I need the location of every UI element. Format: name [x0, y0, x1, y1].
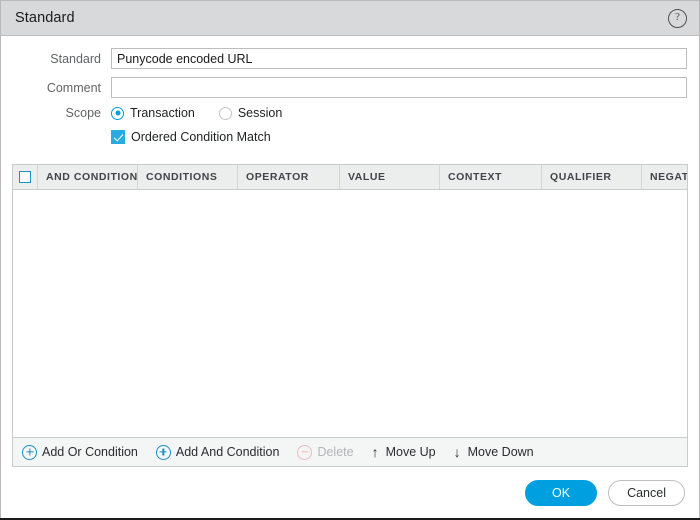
- conditions-table: AND CONDITION CONDITIONS OPERATOR VALUE …: [12, 164, 688, 467]
- help-circle-icon[interactable]: ?: [668, 8, 687, 28]
- standard-row: Standard: [13, 48, 687, 69]
- standard-dialog: Standard ? Standard Comment Scope Transa…: [0, 0, 700, 520]
- move-down-button[interactable]: ↓ Move Down: [454, 445, 534, 459]
- ordered-condition-match-row: Ordered Condition Match: [13, 128, 687, 153]
- select-all-checkbox-icon: [19, 171, 31, 183]
- dialog-footer: OK Cancel: [1, 467, 699, 519]
- scope-row: Scope Transaction Session: [13, 106, 687, 120]
- column-header-negate[interactable]: NEGATE: [642, 165, 687, 189]
- ordered-condition-match-label: Ordered Condition Match: [131, 130, 271, 144]
- checkbox-checked-icon: [111, 130, 125, 144]
- radio-selected-icon: [111, 106, 124, 120]
- column-header-value[interactable]: VALUE: [340, 165, 440, 189]
- ordered-condition-match-toggle[interactable]: Ordered Condition Match: [111, 130, 271, 144]
- table-action-toolbar: Add Or Condition Add And Condition Delet…: [13, 437, 687, 466]
- arrow-up-icon: ↑: [371, 444, 379, 460]
- form-section: Standard Comment Scope Transaction Sessi…: [1, 36, 699, 161]
- table-body-empty: [13, 190, 687, 437]
- scope-label: Scope: [65, 106, 101, 120]
- scope-option-transaction-label: Transaction: [130, 106, 195, 120]
- move-up-button[interactable]: ↑ Move Up: [372, 445, 436, 459]
- arrow-down-icon: ↓: [453, 444, 461, 460]
- move-up-label: Move Up: [385, 445, 436, 459]
- add-and-condition-label: Add And Condition: [175, 445, 280, 459]
- column-header-negate-label: NEGATE: [650, 171, 687, 183]
- scope-radio-group: Transaction Session: [111, 106, 306, 120]
- move-down-label: Move Down: [467, 445, 534, 459]
- column-header-qualifier-label: QUALIFIER: [550, 171, 612, 183]
- comment-row: Comment: [13, 77, 687, 98]
- standard-label: Standard: [50, 51, 101, 66]
- select-all-column-header[interactable]: [13, 165, 38, 189]
- column-header-context-label: CONTEXT: [448, 171, 503, 183]
- add-or-condition-label: Add Or Condition: [42, 445, 138, 459]
- column-header-value-label: VALUE: [348, 171, 386, 183]
- delete-label: Delete: [317, 445, 354, 459]
- scope-option-transaction[interactable]: Transaction: [111, 106, 195, 120]
- column-header-conditions-label: CONDITIONS: [146, 171, 218, 183]
- table-header-row: AND CONDITION CONDITIONS OPERATOR VALUE …: [13, 165, 687, 190]
- column-header-and-condition-label: AND CONDITION: [46, 171, 138, 183]
- column-header-operator[interactable]: OPERATOR: [238, 165, 340, 189]
- cancel-button[interactable]: Cancel: [608, 480, 685, 506]
- add-or-condition-button[interactable]: Add Or Condition: [22, 444, 138, 460]
- delete-button: Delete: [297, 444, 354, 460]
- radio-unselected-icon: [218, 106, 232, 120]
- column-header-operator-label: OPERATOR: [246, 171, 309, 183]
- column-header-qualifier[interactable]: QUALIFIER: [542, 165, 642, 189]
- dialog-title: Standard: [15, 10, 75, 26]
- standard-input[interactable]: [111, 48, 687, 69]
- column-header-conditions[interactable]: CONDITIONS: [138, 165, 238, 189]
- column-header-and-condition[interactable]: AND CONDITION: [38, 165, 138, 189]
- circle-plus-icon: [22, 444, 37, 460]
- scope-option-session-label: Session: [237, 106, 283, 120]
- comment-input[interactable]: [111, 77, 687, 98]
- dialog-titlebar: Standard ?: [1, 1, 699, 36]
- comment-label: Comment: [46, 80, 101, 95]
- circle-plus-icon: [155, 444, 171, 460]
- ok-button[interactable]: OK: [525, 480, 598, 506]
- scope-option-session[interactable]: Session: [218, 106, 283, 120]
- add-and-condition-button[interactable]: Add And Condition: [155, 444, 280, 460]
- circle-minus-icon: [297, 444, 313, 460]
- column-header-context[interactable]: CONTEXT: [440, 165, 542, 189]
